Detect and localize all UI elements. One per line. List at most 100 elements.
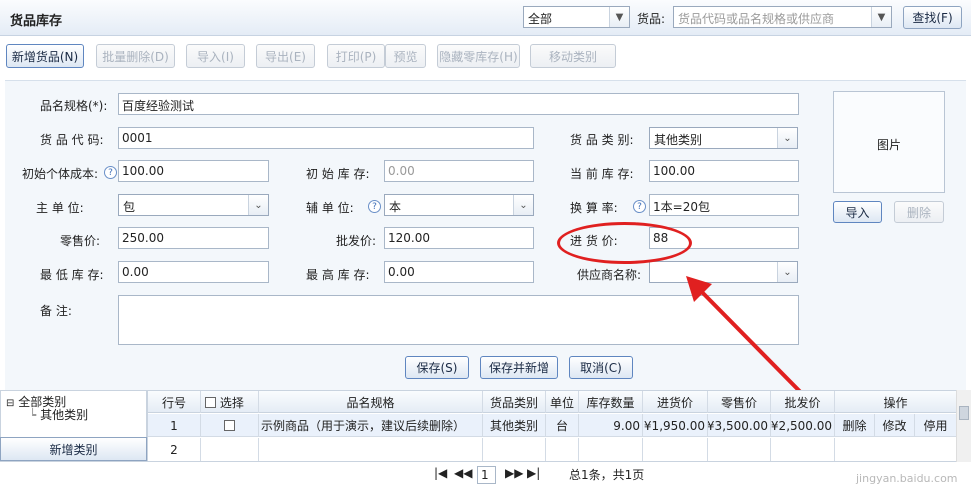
row-edit-link[interactable]: 修改: [875, 414, 915, 437]
init-stock-field[interactable]: 0.00: [384, 160, 534, 182]
col-header: 货品类别: [483, 391, 546, 413]
aux-unit-select[interactable]: 本 ⌄: [384, 194, 534, 216]
cell-name: 示例商品（用于演示，建议后续删除）: [259, 414, 483, 437]
chevron-down-icon: ▼: [609, 7, 629, 27]
chevron-down-icon: ⌄: [777, 128, 797, 148]
col-header: 行号: [148, 391, 201, 413]
table-row[interactable]: 2: [148, 438, 956, 461]
col-header: 操作: [883, 395, 908, 410]
retail-price-label: 零售价:: [60, 234, 101, 248]
save-and-new-button[interactable]: 保存并新增: [480, 356, 558, 379]
watermark-text: jingyan.baidu.com: [856, 472, 958, 485]
wholesale-price-field[interactable]: 120.00: [384, 227, 534, 249]
pager-next-icon[interactable]: ▶▶: [505, 466, 523, 480]
search-button[interactable]: 查找(F): [903, 6, 962, 29]
goods-label: 货品:: [637, 12, 666, 26]
tree-line-icon: ┕: [29, 408, 37, 422]
row-delete-link[interactable]: 删除: [835, 414, 875, 437]
category-filter-select[interactable]: 全部 ▼: [523, 6, 630, 28]
print-button[interactable]: 打印(P): [327, 44, 385, 68]
max-stock-field[interactable]: 0.00: [384, 261, 534, 283]
empty-cell: [546, 438, 579, 461]
cell-purchase: ¥1,950.00: [643, 414, 708, 437]
col-header: 品名规格: [259, 391, 483, 413]
current-stock-label: 当 前 库 存:: [570, 167, 634, 181]
remark-label: 备 注:: [40, 304, 72, 318]
help-icon[interactable]: ?: [633, 200, 646, 213]
conversion-field[interactable]: 1本=20包: [649, 194, 799, 216]
empty-cell: [201, 438, 259, 461]
empty-cell: [771, 438, 835, 461]
cancel-button[interactable]: 取消(C): [569, 356, 633, 379]
category-label: 货 品 类 别:: [570, 133, 634, 147]
row-checkbox[interactable]: [224, 420, 235, 431]
scrollbar-thumb[interactable]: [959, 406, 969, 420]
help-icon[interactable]: ?: [104, 166, 117, 179]
row-disable-link[interactable]: 停用: [915, 414, 956, 437]
hide-zero-stock-button[interactable]: 隐藏零库存(H): [437, 44, 520, 68]
photo-import-button[interactable]: 导入: [833, 201, 882, 223]
add-category-button[interactable]: 新增类别: [0, 437, 147, 461]
name-field[interactable]: 百度经验测试: [118, 93, 799, 115]
col-header: 进货价: [643, 391, 708, 413]
row-select-cell[interactable]: [201, 414, 259, 437]
empty-cell: [708, 438, 771, 461]
wholesale-price-label: 批发价:: [336, 234, 377, 248]
move-category-button[interactable]: 移动类别: [530, 44, 616, 68]
row-number: 2: [148, 438, 201, 461]
photo-delete-button[interactable]: 删除: [894, 201, 944, 223]
pager-first-icon[interactable]: |◀: [434, 466, 447, 480]
save-button[interactable]: 保存(S): [405, 356, 469, 379]
empty-cell: [259, 438, 483, 461]
goods-table: 行号 选择 品名规格 货品类别 单位 库存数量 进货价 零售价 批发价 操作 1…: [147, 390, 957, 462]
name-label: 品名规格(*):: [40, 99, 108, 113]
conversion-label: 换 算 率:: [570, 201, 618, 215]
pager-last-icon[interactable]: ▶|: [527, 466, 540, 480]
cell-qty: 9.00: [579, 414, 643, 437]
batch-delete-button[interactable]: 批量删除(D): [96, 44, 175, 68]
min-stock-label: 最 低 库 存:: [40, 268, 104, 282]
collapse-icon[interactable]: ⊟: [6, 398, 14, 409]
retail-price-field[interactable]: 250.00: [118, 227, 269, 249]
empty-cell: [643, 438, 708, 461]
empty-cell: [579, 438, 643, 461]
table-header: 行号 选择 品名规格 货品类别 单位 库存数量 进货价 零售价 批发价 操作: [148, 391, 956, 413]
cell-unit: 台: [546, 414, 579, 437]
pager-summary: 总1条，共1页: [569, 468, 645, 482]
code-field[interactable]: 0001: [118, 127, 534, 149]
init-cost-field[interactable]: 100.00: [118, 160, 269, 182]
page-title: 货品库存: [10, 14, 63, 29]
cell-category: 其他类别: [483, 414, 546, 437]
current-stock-field[interactable]: 100.00: [649, 160, 799, 182]
table-scrollbar[interactable]: [956, 390, 971, 462]
chevron-down-icon: ▼: [871, 7, 891, 27]
goods-search-input[interactable]: 货品代码或品名规格或供应商 ▼: [673, 6, 892, 28]
photo-box[interactable]: 图片: [833, 91, 945, 193]
photo-label: 图片: [876, 138, 901, 152]
supplier-label: 供应商名称:: [577, 268, 642, 282]
col-header: 零售价: [708, 391, 771, 413]
chevron-down-icon: ⌄: [248, 195, 268, 215]
code-label: 货 品 代 码:: [40, 133, 104, 147]
new-goods-button[interactable]: 新增货品(N): [6, 44, 84, 68]
export-button[interactable]: 导出(E): [256, 44, 315, 68]
empty-cell: [483, 438, 546, 461]
page-input[interactable]: 1: [477, 466, 496, 484]
min-stock-field[interactable]: 0.00: [118, 261, 269, 283]
select-all-checkbox[interactable]: [205, 396, 216, 408]
col-header: 批发价: [771, 391, 835, 413]
cell-retail: ¥3,500.00: [708, 414, 771, 437]
main-unit-label: 主 单 位:: [36, 201, 84, 215]
import-button[interactable]: 导入(I): [186, 44, 245, 68]
max-stock-label: 最 高 库 存:: [306, 268, 370, 282]
preview-button[interactable]: 预览: [385, 44, 426, 68]
pager-prev-icon[interactable]: ◀◀: [454, 466, 472, 480]
tree-item-other[interactable]: ┕ 其他类别: [29, 406, 88, 423]
category-select[interactable]: 其他类别 ⌄: [649, 127, 798, 149]
init-cost-label: 初始个体成本:: [22, 167, 99, 181]
help-icon[interactable]: ?: [368, 200, 381, 213]
cell-wholesale: ¥2,500.00: [771, 414, 835, 437]
col-header-select[interactable]: 选择: [201, 391, 259, 413]
main-unit-select[interactable]: 包 ⌄: [118, 194, 269, 216]
table-row[interactable]: 1 示例商品（用于演示，建议后续删除） 其他类别 台 9.00 ¥1,950.0…: [148, 414, 956, 437]
